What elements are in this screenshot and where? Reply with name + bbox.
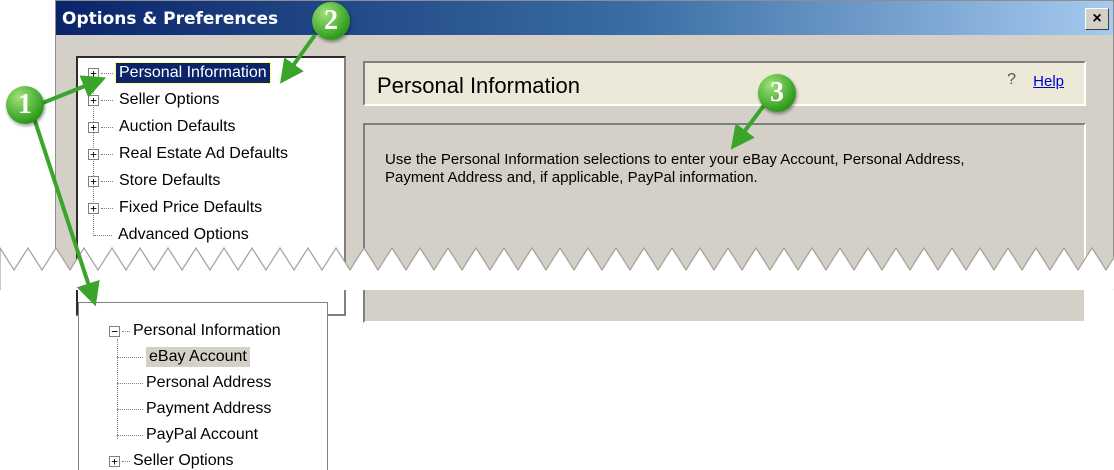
tree-item-label: PayPal Account [146,426,259,443]
tree-item-label: Payment Address [146,400,272,417]
tree-item-label: Store Defaults [119,172,221,189]
section-title: Personal Information [377,73,580,98]
inset-tree-item-personal-address[interactable]: Personal Address [117,371,271,395]
tree-item-label: Seller Options [133,452,234,469]
expand-icon[interactable]: + [88,94,99,106]
tree-item-seller-options[interactable]: + Seller Options [88,88,223,112]
tree-item-label: Auction Defaults [119,118,236,135]
section-description: Use the Personal Information selections … [385,151,965,186]
expand-icon[interactable]: + [88,67,99,79]
tree-item-fixed-price-defaults[interactable]: + Fixed Price Defaults [88,196,265,220]
tree-item-label: eBay Account [146,347,250,367]
torn-edge [0,246,1114,290]
tree-item-personal-information[interactable]: + Personal Information [88,61,271,85]
inset-tree-item-ebay-account[interactable]: eBay Account [117,345,250,369]
tree-item-label: Personal Address [146,374,272,391]
section-content: Use the Personal Information selections … [363,123,1086,323]
expand-icon[interactable]: + [88,121,99,133]
tree-item-real-estate-ad-defaults[interactable]: + Real Estate Ad Defaults [88,142,291,166]
inset-tree-item-paypal-account[interactable]: PayPal Account [117,423,258,447]
tree-item-label: Personal Information [133,322,281,339]
close-button[interactable]: × [1085,8,1109,30]
tree-item-auction-defaults[interactable]: + Auction Defaults [88,115,239,139]
tree-item-label: Personal Information [115,62,271,84]
expand-icon[interactable]: + [88,148,99,160]
expanded-tree-inset: − Personal Information eBay Account Pers… [78,302,328,470]
tree-item-label: Real Estate Ad Defaults [119,145,288,162]
inset-tree-item-payment-address[interactable]: Payment Address [117,397,271,421]
expand-icon[interactable]: + [109,455,120,467]
expand-icon[interactable]: + [88,202,99,214]
callout-badge-2: 2 [312,2,350,40]
collapse-icon[interactable]: − [109,325,120,337]
window-title: Options & Preferences [62,9,279,29]
callout-badge-3: 3 [758,74,796,112]
inset-tree-item-seller-options[interactable]: + Seller Options [109,449,234,470]
title-bar: Options & Preferences × [56,1,1113,35]
tree-item-label: Seller Options [119,91,220,108]
help-link[interactable]: Help [1033,73,1064,90]
tree-item-label: Fixed Price Defaults [119,199,263,216]
tree-item-store-defaults[interactable]: + Store Defaults [88,169,223,193]
inset-tree-item-personal-information[interactable]: − Personal Information [109,319,281,343]
help-icon[interactable]: ? [1007,71,1016,89]
expand-icon[interactable]: + [88,175,99,187]
section-header: Personal Information ? Help [363,61,1086,106]
callout-badge-1: 1 [6,86,44,124]
